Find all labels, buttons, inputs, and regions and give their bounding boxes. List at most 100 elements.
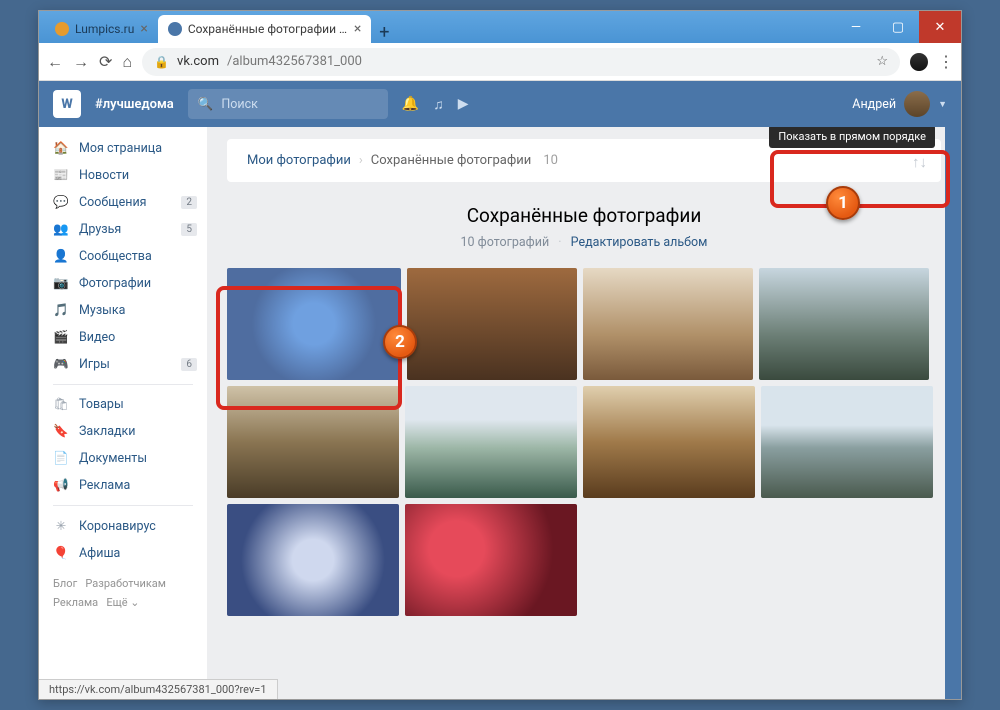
sidebar-item[interactable]: 🎮Игры6 (39, 351, 207, 378)
lock-icon: 🔒 (154, 55, 169, 69)
sidebar-item[interactable]: 🏠 Моя страница (39, 135, 207, 162)
sidebar-item[interactable]: 📰Новости (39, 162, 207, 189)
breadcrumb-root[interactable]: Мои фотографии (247, 153, 351, 168)
close-icon[interactable]: × (140, 22, 147, 36)
tab-lumpics[interactable]: Lumpics.ru × (45, 15, 158, 43)
photo-count: 10 фотографий (461, 235, 550, 250)
sidebar-footer: Блог Разработчикам Реклама Ещё ⌄ (39, 567, 207, 620)
sidebar-item-label: Моя страница (79, 141, 162, 156)
sidebar-badge: 6 (181, 358, 197, 371)
sidebar-item[interactable]: 📄 Документы (39, 445, 207, 472)
browser-menu-button[interactable]: ⋮ (938, 52, 953, 71)
photo-thumbnail[interactable] (407, 268, 577, 380)
sidebar-item-label: Новости (79, 168, 129, 183)
sidebar-badge: 2 (181, 196, 197, 209)
sidebar-item[interactable]: 🛍 Товары (39, 391, 207, 418)
close-icon[interactable]: × (354, 22, 361, 36)
sidebar-icon: 📷 (53, 276, 69, 291)
user-menu[interactable]: Андрей ▼ (852, 91, 947, 117)
sidebar-item[interactable]: 📢Реклама (39, 472, 207, 499)
tab-vk-photos[interactable]: Сохранённые фотографии – 10 × (158, 15, 371, 43)
sidebar: 🏠 Моя страница 📰Новости 💬 Сообщения 2 👥Друзья5… (39, 127, 207, 699)
avatar (904, 91, 930, 117)
vk-header: W #лучшедома 🔍 Поиск 🔔 ♫ ▶ Андрей ▼ (39, 81, 961, 127)
photo-thumbnail[interactable] (759, 268, 929, 380)
sidebar-icon: 👥 (53, 222, 69, 237)
sidebar-item-label: Сообщения (79, 195, 147, 210)
sidebar-icon: 🎵 (53, 303, 69, 318)
sidebar-item[interactable]: 💬 Сообщения 2 (39, 189, 207, 216)
sidebar-icon: 📢 (53, 478, 69, 493)
search-input[interactable]: 🔍 Поиск (188, 89, 388, 119)
footer-blog[interactable]: Блог (53, 577, 77, 590)
footer-more[interactable]: Ещё ⌄ (106, 596, 139, 609)
player-icon[interactable]: ▶ (458, 96, 469, 112)
sidebar-icon: 👤 (53, 249, 69, 264)
sidebar-item-label: Видео (79, 330, 115, 345)
breadcrumb: Мои фотографии › Сохранённые фотографии … (227, 139, 941, 182)
chevron-right-icon: › (359, 153, 363, 168)
tab-label: Сохранённые фотографии – 10 (188, 22, 348, 36)
music-icon[interactable]: ♫ (433, 96, 444, 113)
edit-album-link[interactable]: Редактировать альбом (571, 235, 708, 250)
sidebar-item-label: Документы (79, 451, 147, 466)
scrollbar[interactable] (945, 81, 961, 699)
vk-page: W #лучшедома 🔍 Поиск 🔔 ♫ ▶ Андрей ▼ 🏠 Моя… (39, 81, 961, 699)
close-window-button[interactable]: ✕ (919, 11, 961, 43)
sidebar-icon: 📄 (53, 451, 69, 466)
sidebar-icon: 🏠 (53, 141, 69, 156)
sidebar-item-label: Афиша (79, 546, 120, 561)
photo-thumbnail[interactable] (227, 386, 399, 498)
photo-thumbnail[interactable] (405, 386, 577, 498)
bookmark-icon[interactable]: ☆ (876, 54, 888, 69)
new-tab-button[interactable]: + (371, 22, 397, 43)
vk-hashtag[interactable]: #лучшедома (95, 97, 174, 112)
url-host: vk.com (177, 54, 219, 69)
sidebar-icon: 🛍 (53, 397, 69, 412)
photo-thumbnail[interactable] (227, 268, 401, 380)
photo-thumbnail[interactable] (583, 268, 753, 380)
profile-avatar[interactable] (910, 53, 928, 71)
sidebar-icon: 🎈 (53, 546, 69, 561)
sidebar-item[interactable]: 📷Фотографии (39, 270, 207, 297)
photo-thumbnail[interactable] (583, 386, 755, 498)
album-subtitle: 10 фотографий · Редактировать альбом (227, 235, 941, 250)
sidebar-item[interactable]: 👤Сообщества (39, 243, 207, 270)
photo-thumbnail[interactable] (761, 386, 933, 498)
back-button[interactable]: ← (47, 52, 63, 72)
sidebar-icon: ✳ (53, 518, 69, 534)
sidebar-item[interactable]: ✳ Коронавирус (39, 512, 207, 540)
browser-window: Lumpics.ru × Сохранённые фотографии – 10… (38, 10, 962, 700)
minimize-button[interactable]: — (835, 11, 877, 43)
sidebar-item[interactable]: 🎈 Афиша (39, 540, 207, 567)
url-input[interactable]: 🔒 vk.com/album432567381_000 ☆ (142, 48, 900, 76)
reload-button[interactable]: ⟳ (99, 52, 112, 71)
sort-toggle-button[interactable]: ↑↓ (912, 153, 927, 171)
forward-button[interactable]: → (73, 52, 89, 72)
home-button[interactable]: ⌂ (122, 52, 132, 72)
sidebar-item[interactable]: 🔖Закладки (39, 418, 207, 445)
maximize-button[interactable]: ▢ (877, 11, 919, 43)
sidebar-item[interactable]: 👥Друзья5 (39, 216, 207, 243)
sidebar-badge: 5 (181, 223, 197, 236)
sidebar-item-label: Коронавирус (79, 519, 156, 534)
sidebar-item-label: Игры (79, 357, 110, 372)
notifications-icon[interactable]: 🔔 (402, 96, 419, 112)
vk-logo[interactable]: W (53, 90, 81, 118)
sidebar-item[interactable]: 🎬Видео (39, 324, 207, 351)
photo-thumbnail[interactable] (227, 504, 399, 616)
sidebar-icon: 💬 (53, 195, 69, 210)
status-bar: https://vk.com/album432567381_000?rev=1 (39, 679, 278, 699)
sidebar-item[interactable]: 🎵Музыка (39, 297, 207, 324)
search-placeholder: Поиск (221, 97, 258, 112)
user-name: Андрей (852, 97, 896, 112)
breadcrumb-count: 10 (543, 153, 558, 168)
photo-thumbnail[interactable] (405, 504, 577, 616)
sidebar-item-label: Товары (79, 397, 124, 412)
footer-ads[interactable]: Реклама (53, 596, 98, 609)
breadcrumb-current: Сохранённые фотографии (371, 153, 532, 168)
address-bar: ← → ⟳ ⌂ 🔒 vk.com/album432567381_000 ☆ ⋮ (39, 43, 961, 81)
annotation-badge-2: 2 (383, 325, 417, 359)
tab-label: Lumpics.ru (75, 22, 134, 36)
footer-dev[interactable]: Разработчикам (85, 577, 166, 590)
